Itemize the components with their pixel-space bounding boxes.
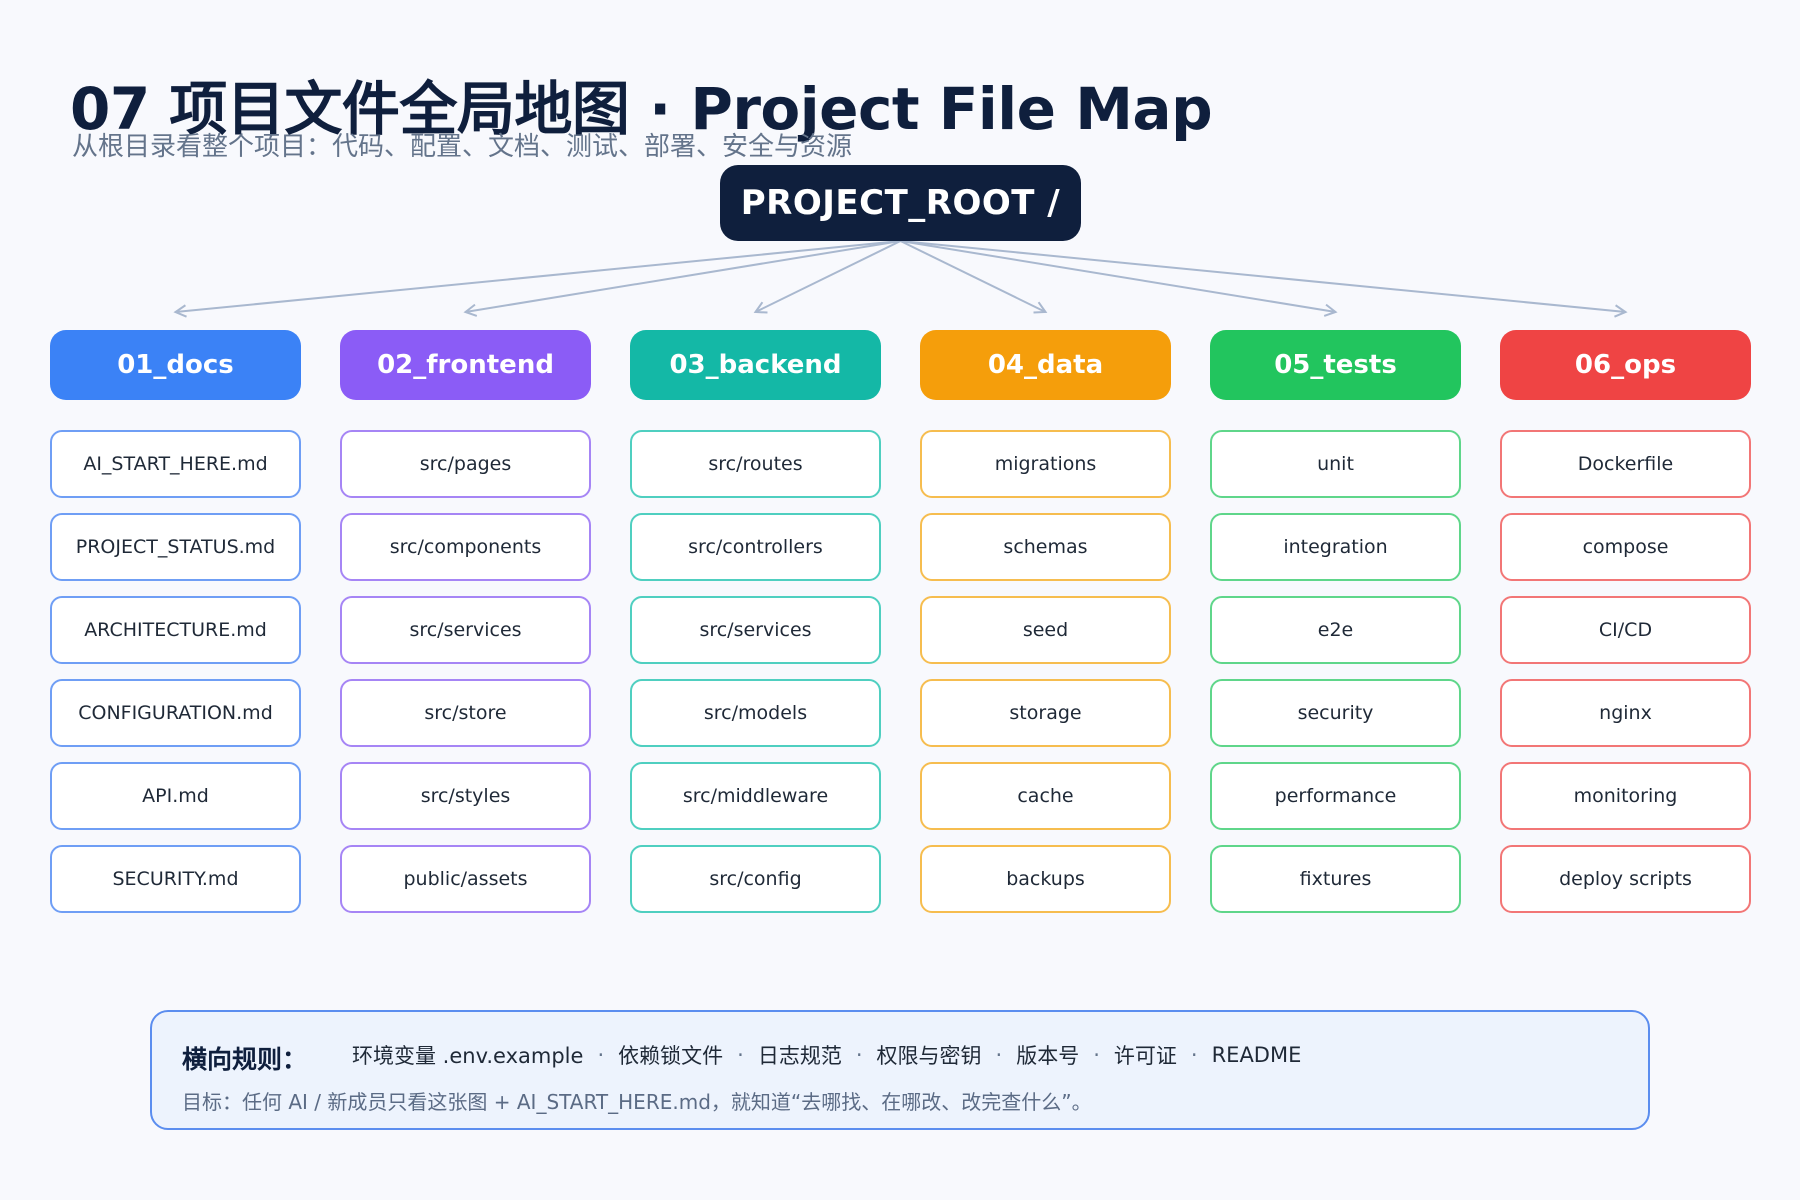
file-node: public/assets <box>340 845 591 913</box>
file-node: AI_START_HERE.md <box>50 430 301 498</box>
file-node: API.md <box>50 762 301 830</box>
rules-list: 环境变量 .env.example · 依赖锁文件 · 日志规范 · 权限与密钥… <box>352 1040 1301 1070</box>
file-node: src/routes <box>630 430 881 498</box>
file-node: src/middleware <box>630 762 881 830</box>
file-node: integration <box>1210 513 1461 581</box>
goal-text: 目标：任何 AI / 新成员只看这张图 + AI_START_HERE.md，就… <box>182 1090 1092 1114</box>
rule-item: 版本号 <box>1016 1044 1080 1068</box>
column-header: 04_data <box>920 330 1171 400</box>
file-node: src/styles <box>340 762 591 830</box>
file-node: storage <box>920 679 1171 747</box>
column-ops: 06_ops Dockerfile compose CI/CD nginx mo… <box>1500 330 1751 928</box>
rule-item: 日志规范 <box>757 1044 842 1068</box>
file-node: src/services <box>340 596 591 664</box>
file-node: Dockerfile <box>1500 430 1751 498</box>
column-header: 06_ops <box>1500 330 1751 400</box>
file-node: migrations <box>920 430 1171 498</box>
rule-item: 环境变量 .env.example <box>352 1044 584 1068</box>
file-node: src/controllers <box>630 513 881 581</box>
column-header: 01_docs <box>50 330 301 400</box>
column-tests: 05_tests unit integration e2e security p… <box>1210 330 1461 928</box>
file-node: fixtures <box>1210 845 1461 913</box>
file-node: performance <box>1210 762 1461 830</box>
column-docs: 01_docs AI_START_HERE.md PROJECT_STATUS.… <box>50 330 301 928</box>
rule-item: 权限与密钥 <box>876 1044 982 1068</box>
rule-separator: · <box>1190 1043 1198 1067</box>
column-data: 04_data migrations schemas seed storage … <box>920 330 1171 928</box>
file-node: e2e <box>1210 596 1461 664</box>
connector-line <box>175 240 901 313</box>
file-node: deploy scripts <box>1500 845 1751 913</box>
file-node: src/models <box>630 679 881 747</box>
file-node: seed <box>920 596 1171 664</box>
file-node: compose <box>1500 513 1751 581</box>
rules-label: 横向规则： <box>182 1045 308 1074</box>
rule-separator: · <box>995 1043 1003 1067</box>
rule-item: 依赖锁文件 <box>618 1044 724 1068</box>
file-node: unit <box>1210 430 1461 498</box>
file-node: schemas <box>920 513 1171 581</box>
column-header: 03_backend <box>630 330 881 400</box>
rule-separator: · <box>855 1043 863 1067</box>
rule-separator: · <box>737 1043 744 1067</box>
connector-line <box>755 240 901 313</box>
file-node: security <box>1210 679 1461 747</box>
file-node: CONFIGURATION.md <box>50 679 301 747</box>
connector-line <box>900 240 1046 313</box>
cross-cutting-rules-panel: 横向规则： 环境变量 .env.example · 依赖锁文件 · 日志规范 ·… <box>150 1010 1650 1130</box>
column-header: 05_tests <box>1210 330 1461 400</box>
rule-item: README <box>1211 1043 1302 1067</box>
root-node: PROJECT_ROOT / <box>720 165 1081 241</box>
file-node: src/services <box>630 596 881 664</box>
rule-separator: · <box>597 1043 605 1067</box>
file-node: ARCHITECTURE.md <box>50 596 301 664</box>
column-frontend: 02_frontend src/pages src/components src… <box>340 330 591 928</box>
rule-item: 许可证 <box>1113 1044 1177 1068</box>
file-node: src/store <box>340 679 591 747</box>
file-node: PROJECT_STATUS.md <box>50 513 301 581</box>
file-node: nginx <box>1500 679 1751 747</box>
column-backend: 03_backend src/routes src/controllers sr… <box>630 330 881 928</box>
rule-separator: · <box>1093 1043 1100 1067</box>
file-node: src/components <box>340 513 591 581</box>
file-node: src/pages <box>340 430 591 498</box>
file-node: backups <box>920 845 1171 913</box>
file-node: monitoring <box>1500 762 1751 830</box>
connector-line <box>900 240 1626 313</box>
file-node: cache <box>920 762 1171 830</box>
file-node: src/config <box>630 845 881 913</box>
column-header: 02_frontend <box>340 330 591 400</box>
file-node: CI/CD <box>1500 596 1751 664</box>
file-node: SECURITY.md <box>50 845 301 913</box>
